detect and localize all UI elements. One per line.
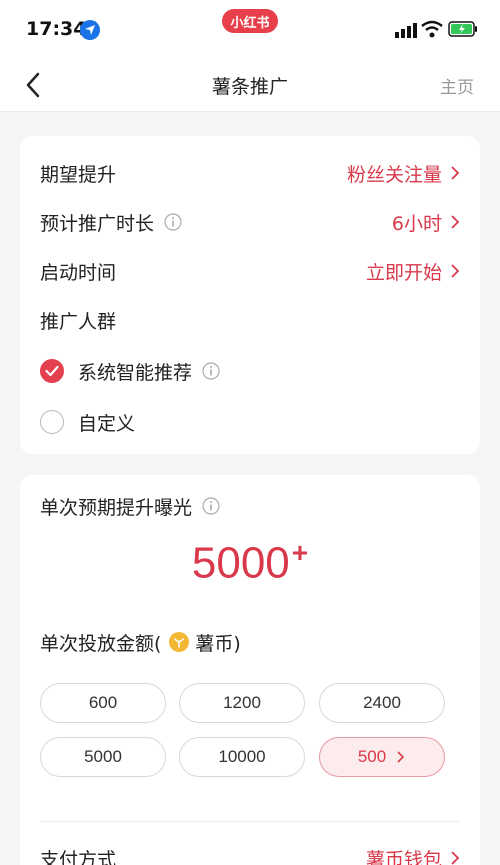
start-time-row[interactable]: 启动时间 立即开始 xyxy=(40,256,460,286)
exposure-label: 单次预期提升曝光 xyxy=(40,493,220,520)
payment-value-text: 薯币钱包 xyxy=(365,848,442,865)
duration-label: 预计推广时长 xyxy=(40,209,182,236)
duration-row[interactable]: 预计推广时长 6小时 xyxy=(40,207,460,237)
chevron-right-icon xyxy=(451,264,460,278)
chevron-right-icon xyxy=(451,851,460,865)
audience-option-smart[interactable]: 系统智能推荐 xyxy=(40,356,220,386)
wifi-icon xyxy=(421,20,443,38)
duration-value[interactable]: 6小时 xyxy=(392,209,460,236)
amount-label: 单次投放金额( 薯币) xyxy=(40,629,241,656)
app-indicator: 小红书 xyxy=(222,9,278,33)
payment-value[interactable]: 薯币钱包 xyxy=(366,845,460,865)
audience-option-custom[interactable]: 自定义 xyxy=(40,407,135,437)
chevron-right-icon xyxy=(451,215,460,229)
start-time-value-text: 立即开始 xyxy=(365,261,442,284)
amount-option-5000[interactable]: 5000 xyxy=(40,737,166,777)
info-icon[interactable] xyxy=(164,213,182,231)
amount-label-prefix: 单次投放金额( xyxy=(40,632,162,655)
expected-exposure-number: 5000 xyxy=(191,538,290,588)
radio-checked-icon[interactable] xyxy=(40,359,64,383)
goal-value[interactable]: 粉丝关注量 xyxy=(347,160,460,187)
start-time-label: 启动时间 xyxy=(40,261,117,284)
amount-label-currency: 薯币) xyxy=(195,632,241,655)
goal-value-text: 粉丝关注量 xyxy=(346,163,442,186)
info-icon[interactable] xyxy=(202,362,220,380)
amount-custom-value: 500 xyxy=(357,747,387,766)
amount-option-10000[interactable]: 10000 xyxy=(179,737,305,777)
divider xyxy=(40,821,460,822)
goal-row[interactable]: 期望提升 粉丝关注量 xyxy=(40,158,460,188)
chevron-right-icon xyxy=(451,166,460,180)
expected-exposure-plus: + xyxy=(291,537,309,568)
duration-value-text: 6小时 xyxy=(391,212,442,235)
home-link[interactable]: 主页 xyxy=(440,73,474,98)
status-time: 17:34 xyxy=(26,18,87,40)
audience-row: 推广人群 xyxy=(40,305,460,335)
goal-label: 期望提升 xyxy=(40,163,117,186)
battery-icon xyxy=(448,21,478,37)
chevron-right-icon xyxy=(397,751,405,763)
amount-option-1200[interactable]: 1200 xyxy=(179,683,305,723)
amount-option-2400[interactable]: 2400 xyxy=(319,683,445,723)
budget-card: 单次预期提升曝光 5000+ 单次投放金额( 薯币) 600 1200 2400… xyxy=(20,475,480,865)
radio-unchecked-icon[interactable] xyxy=(40,410,64,434)
payment-label: 支付方式 xyxy=(40,848,117,865)
signal-icon xyxy=(395,22,417,38)
amount-row: 单次投放金额( 薯币) xyxy=(40,627,460,657)
audience-label: 推广人群 xyxy=(40,310,117,333)
exposure-row: 单次预期提升曝光 xyxy=(40,491,460,521)
nav-bar: 薯条推广 主页 xyxy=(0,58,500,112)
info-icon[interactable] xyxy=(202,497,220,515)
audience-option-label: 自定义 xyxy=(78,412,136,435)
audience-option-label: 系统智能推荐 xyxy=(78,361,193,384)
location-arrow-icon xyxy=(80,20,100,40)
coin-icon xyxy=(169,632,190,652)
start-time-value[interactable]: 立即开始 xyxy=(366,258,460,285)
page-title: 薯条推广 xyxy=(211,76,288,98)
amount-option-custom-selected[interactable]: 500 xyxy=(319,737,445,777)
expected-exposure-value: 5000+ xyxy=(20,537,480,589)
amount-option-600[interactable]: 600 xyxy=(40,683,166,723)
exposure-label-text: 单次预期提升曝光 xyxy=(40,496,193,519)
duration-label-text: 预计推广时长 xyxy=(40,212,155,235)
status-bar: 17:34 小红书 xyxy=(0,0,500,58)
payment-row[interactable]: 支付方式 薯币钱包 xyxy=(40,843,460,865)
promotion-settings-card: 期望提升 粉丝关注量 预计推广时长 6小时 启动时间 立即开始 推广人群 系统智… xyxy=(20,136,480,454)
